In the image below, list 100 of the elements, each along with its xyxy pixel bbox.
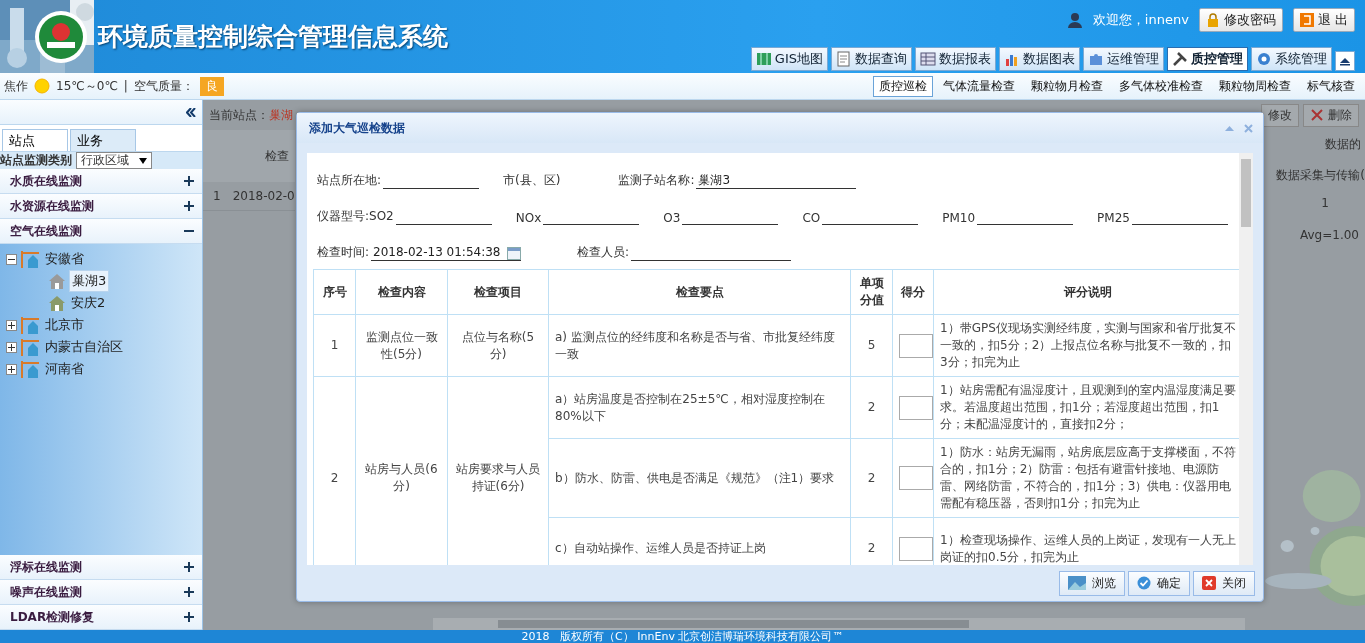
table-cell: b）防水、防雷、供电是否满足《规范》（注1）要求: [548, 438, 851, 518]
close-icon: [1202, 576, 1216, 590]
column-header: 单项分值: [850, 269, 893, 315]
sub-nav-tab[interactable]: 颗粒物周检查: [1213, 75, 1297, 97]
accordion-header[interactable]: LDAR检测修复: [0, 605, 202, 630]
logout-button[interactable]: 退 出: [1292, 8, 1355, 32]
field-label: O3: [663, 211, 681, 225]
house-icon: [48, 294, 66, 312]
date-field[interactable]: 2018-02-13 01:54:38: [371, 244, 522, 261]
scrollbar[interactable]: [1239, 153, 1253, 565]
city-name: 焦作: [4, 77, 28, 95]
app-title: 环境质量控制综合管理信息系统: [98, 21, 448, 53]
accordion-header[interactable]: 水质在线监测: [0, 169, 202, 194]
caret-up-icon: [1339, 56, 1351, 66]
field-label: NOx: [515, 211, 542, 225]
tree-item[interactable]: 内蒙古自治区: [43, 337, 125, 357]
close-button[interactable]: 关闭: [1193, 570, 1255, 596]
collapse-header-button[interactable]: [1335, 51, 1355, 71]
category-label: 站点监测类别: [0, 152, 72, 169]
accordion-header[interactable]: 水资源在线监测: [0, 194, 202, 219]
temperature-text: 15℃～0℃: [56, 77, 118, 95]
nav-tab[interactable]: 系统管理: [1251, 47, 1332, 71]
table-cell: 2018-02-0: [232, 189, 295, 203]
field-label: PM25: [1097, 211, 1130, 225]
current-station-label: 当前站点：巢湖: [209, 106, 293, 124]
browse-button[interactable]: 浏览: [1059, 570, 1125, 596]
table-cell-text: 1: [1321, 195, 1330, 210]
sub-nav-tab[interactable]: 颗粒物月检查: [1025, 75, 1109, 97]
table-icon: [920, 51, 936, 67]
sidebar-tab[interactable]: 业务: [70, 129, 136, 151]
document-icon: [836, 51, 852, 67]
ok-button[interactable]: 确定: [1128, 570, 1190, 596]
expand-node-icon[interactable]: [6, 363, 17, 375]
sun-icon: [34, 78, 50, 94]
welcome-text: 欢迎您，innenv: [1092, 11, 1189, 29]
input-field[interactable]: 巢湖3: [696, 172, 857, 189]
change-password-button[interactable]: 修改密码: [1198, 8, 1283, 32]
signpost-house-icon: [20, 360, 40, 378]
table-cell: 2: [313, 376, 356, 565]
table-cell: 1: [313, 314, 356, 377]
exit-icon: [1299, 13, 1314, 27]
column-header: 数据采集与传输(: [1276, 167, 1365, 184]
nav-tab[interactable]: 数据报表: [915, 47, 996, 71]
lock-icon: [1205, 13, 1220, 27]
column-header: 序号: [313, 269, 356, 315]
check-icon: [1137, 576, 1151, 590]
air-quality-label: 空气质量：: [133, 77, 194, 95]
tree-item[interactable]: 巢湖3: [69, 270, 110, 292]
collapse-sidebar-icon[interactable]: [186, 107, 196, 117]
column-header: 得分: [892, 269, 934, 315]
column-header: 检查内容: [355, 269, 448, 315]
score-field[interactable]: [899, 466, 933, 490]
tree-item[interactable]: 河南省: [43, 359, 86, 379]
image-icon: [1068, 576, 1086, 590]
delete-button[interactable]: 删除: [1303, 103, 1359, 127]
average-text: Avg=1.00: [1300, 227, 1360, 242]
field-label: 站点所在地:: [317, 172, 382, 189]
score-field[interactable]: [899, 395, 933, 420]
column-header: 数据的: [1325, 136, 1362, 153]
accordion-header[interactable]: 空气在线监测: [0, 219, 202, 244]
column-header: 检查要点: [548, 269, 851, 315]
accordion-header[interactable]: 浮标在线监测: [0, 555, 202, 580]
expand-node-icon[interactable]: [6, 319, 17, 331]
separator-text: |: [123, 79, 128, 93]
nav-tab[interactable]: 数据图表: [999, 47, 1080, 71]
close-icon: [1310, 108, 1324, 122]
scrollbar[interactable]: [433, 618, 1245, 630]
score-field[interactable]: [899, 536, 933, 561]
field-label: 监测子站名称:: [618, 172, 695, 189]
category-dropdown[interactable]: 行政区域: [76, 152, 152, 169]
accordion-header[interactable]: 噪声在线监测: [0, 580, 202, 605]
score-field[interactable]: [899, 333, 933, 358]
tree-item[interactable]: 安庆2: [69, 293, 108, 313]
collapse-node-icon[interactable]: [6, 253, 17, 265]
nav-tab[interactable]: 运维管理: [1083, 47, 1164, 71]
field-label: 检查人员:: [577, 244, 630, 261]
sub-nav-tab[interactable]: 气体流量检查: [937, 75, 1021, 97]
signpost-house-icon: [20, 338, 40, 356]
sub-nav-tab[interactable]: 多气体校准检查: [1113, 75, 1209, 97]
table-cell: 1: [213, 189, 221, 203]
column-header: 检查项目: [447, 269, 549, 315]
sub-nav-tab[interactable]: 标气核查: [1301, 75, 1361, 97]
expand-node-icon[interactable]: [6, 341, 17, 353]
dialog-title: 添加大气巡检数据: [309, 119, 405, 137]
table-cell: 点位与名称(5分): [447, 314, 549, 377]
tree-item[interactable]: 北京市: [43, 315, 86, 335]
nav-tab[interactable]: 质控管理: [1167, 47, 1248, 71]
logo-icon: [34, 9, 88, 64]
sub-nav-tab[interactable]: 质控巡检: [873, 75, 933, 97]
table-cell: 监测点位一致性(5分): [355, 314, 448, 377]
copyright-text: 2018 版权所有（C） InnEnv 北京创洁博瑞环境科技有限公司™: [0, 630, 1365, 643]
nav-tab[interactable]: GIS地图: [750, 47, 828, 71]
signpost-house-icon: [20, 316, 40, 334]
unit-text: 市(县、区): [503, 172, 561, 189]
nav-tab[interactable]: 数据查询: [831, 47, 912, 71]
house-icon: [48, 272, 66, 290]
tree-item[interactable]: 安徽省: [43, 249, 86, 269]
sidebar-tab[interactable]: 站点: [2, 129, 68, 151]
table-cell: a) 监测点位的经纬度和名称是否与省、市批复经纬度一致: [548, 314, 851, 377]
edit-button[interactable]: 修改: [1261, 103, 1299, 127]
